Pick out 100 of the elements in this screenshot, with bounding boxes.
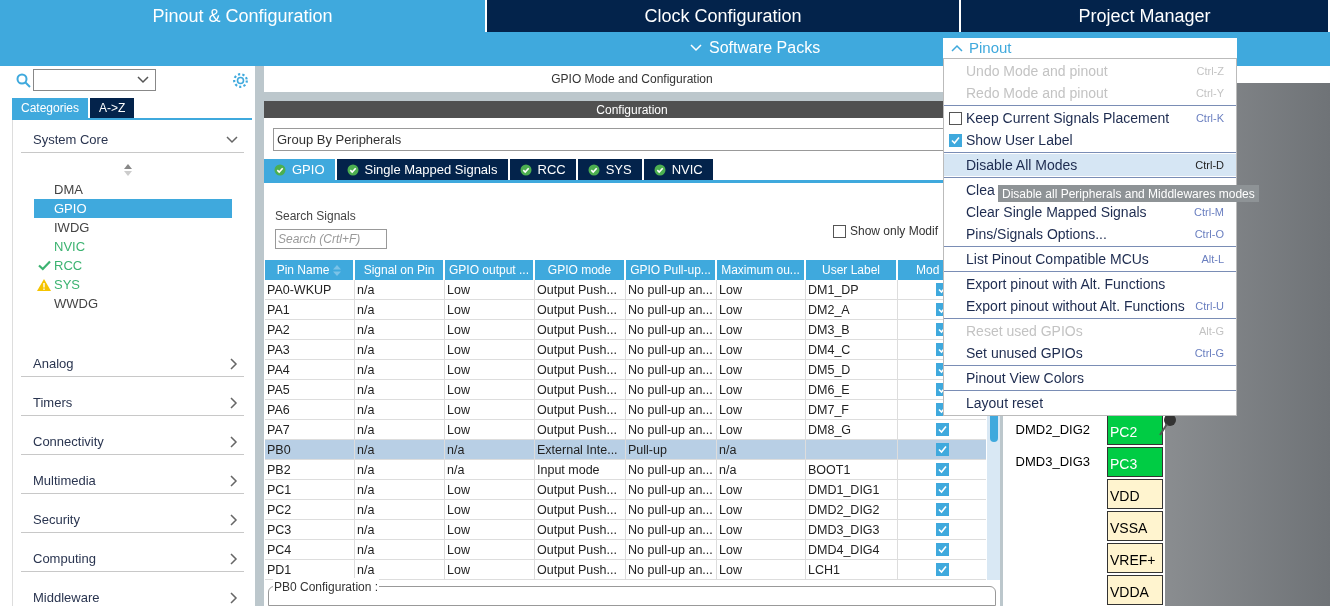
table-cell-text: n/a: [357, 441, 375, 459]
table-cell-text: Output Push...: [537, 421, 617, 439]
table-cell-text: Output Push...: [537, 481, 617, 499]
category-header[interactable]: Analog: [21, 352, 244, 377]
table-cell-text: PA4: [267, 361, 290, 379]
table-cell-text: PA2: [267, 321, 290, 339]
top-tab[interactable]: Project Manager: [961, 0, 1328, 32]
chevron-down-icon[interactable]: [226, 136, 238, 144]
pin-label: DMD2_DIG2: [1015, 420, 1090, 439]
settings-icon[interactable]: [232, 71, 249, 89]
sidebar-tab[interactable]: A->Z: [90, 98, 135, 118]
sort-icon[interactable]: [123, 164, 132, 176]
category-header[interactable]: Multimedia: [21, 469, 244, 494]
peripheral-item[interactable]: WWDG: [34, 294, 232, 313]
chevron-right-icon[interactable]: [230, 514, 238, 526]
table-cell-text: Output Push...: [537, 361, 617, 379]
checkbox[interactable]: [936, 563, 949, 577]
peripheral-item[interactable]: IWDG: [34, 218, 232, 237]
table-cell-text: n/a: [357, 321, 375, 339]
checkbox[interactable]: [936, 543, 949, 557]
table-cell-text: DM7_F: [808, 401, 849, 419]
table-cell-text: Output Push...: [537, 501, 617, 519]
table-cell-text: DM4_C: [808, 341, 851, 359]
table-cell-text: n/a: [357, 561, 375, 579]
chevron-right-icon[interactable]: [230, 553, 238, 565]
menu-item[interactable]: Set unused GPIOs Ctrl-G: [944, 342, 1236, 364]
checkbox[interactable]: [832, 224, 846, 238]
check-circle-icon: [587, 163, 600, 176]
category-header[interactable]: Timers: [21, 391, 244, 416]
category-header[interactable]: Middleware: [21, 586, 244, 606]
table-cell-text: Pull-up: [628, 441, 667, 459]
selected-row[interactable]: PB0 n/a n/a External Inte... Pull-up n/a: [265, 440, 986, 461]
table-cell-text: n/a: [357, 381, 375, 399]
checkbox[interactable]: [936, 523, 949, 537]
config-tab[interactable]: NVIC: [643, 159, 713, 181]
category-header[interactable]: Security: [21, 508, 244, 533]
chevron-right-icon[interactable]: [230, 397, 238, 409]
menu-item[interactable]: Pinout View Colors: [944, 367, 1236, 389]
table-cell-text: No pull-up an...: [628, 561, 713, 579]
table-cell-text: Output Push...: [537, 321, 617, 339]
table-cell-text: No pull-up an...: [628, 321, 713, 339]
table-cell-text: PD1: [267, 561, 292, 579]
menu-item[interactable]: List Pinout Compatible MCUs Alt-L: [944, 248, 1236, 270]
table-cell-text: LCH1: [808, 561, 840, 579]
menu-item[interactable]: Layout reset: [944, 392, 1236, 414]
checkbox[interactable]: [936, 423, 949, 437]
table-cell-text: n/a: [719, 461, 737, 479]
search-icon[interactable]: [16, 72, 31, 88]
chevron-down-icon[interactable]: [137, 76, 149, 84]
table-cell-text: No pull-up an...: [628, 381, 713, 399]
table-cell-text: Low: [447, 501, 470, 519]
search-field[interactable]: Search (Crtl+F): [275, 229, 387, 250]
menu-item[interactable]: Export pinout without Alt. Functions Ctrl-U: [944, 295, 1236, 317]
table-cell-text: No pull-up an...: [628, 501, 713, 519]
table-cell-text: PA0-WKUP: [267, 281, 332, 299]
checkbox[interactable]: [948, 133, 962, 147]
config-tab[interactable]: RCC: [509, 159, 576, 181]
table-cell-text: No pull-up an...: [628, 341, 713, 359]
pin[interactable]: VDD: [1107, 478, 1163, 509]
table-cell-text: Low: [719, 361, 742, 379]
pin[interactable]: VDDA: [1107, 574, 1163, 605]
table-cell-text: Low: [719, 521, 742, 539]
table-cell-text: Low: [719, 321, 742, 339]
table-cell-text: No pull-up an...: [628, 401, 713, 419]
table-cell-text: n/a: [357, 281, 375, 299]
table-cell-text: n/a: [447, 461, 465, 479]
table-cell-text: No pull-up an...: [628, 521, 713, 539]
table-cell-text: PC3: [267, 521, 292, 539]
table-cell-text: Low: [447, 521, 470, 539]
config-tab[interactable]: Single Mapped Signals: [336, 159, 508, 181]
menu-item[interactable]: Disable All Modes Ctrl-D: [944, 154, 1236, 176]
pin[interactable]: VSSA: [1107, 510, 1163, 541]
checkbox[interactable]: [936, 443, 949, 457]
table-cell-text: Low: [719, 501, 742, 519]
peripheral-item[interactable]: DMA: [34, 180, 232, 199]
table-cell-text: Low: [447, 421, 470, 439]
chevron-right-icon[interactable]: [230, 592, 238, 604]
table-cell-text: DM5_D: [808, 361, 851, 379]
menu-item[interactable]: Pins/Signals Options... Ctrl-O: [944, 223, 1236, 245]
category-header[interactable]: Computing: [21, 547, 244, 572]
category-header[interactable]: Connectivity: [21, 430, 244, 455]
config-tab[interactable]: SYS: [577, 159, 642, 181]
chevron-right-icon[interactable]: [230, 358, 238, 370]
table-cell-text: Low: [719, 401, 742, 419]
table-cell-text: PC1: [267, 481, 292, 499]
pin[interactable]: VREF+: [1107, 542, 1163, 573]
checkbox[interactable]: [936, 483, 949, 497]
category-header[interactable]: System Core: [21, 128, 244, 153]
table-cell-text: n/a: [357, 301, 375, 319]
table-cell-text: Output Push...: [537, 541, 617, 559]
top-tab[interactable]: Clock Configuration: [487, 0, 959, 32]
checkbox[interactable]: [936, 463, 949, 477]
checkbox[interactable]: [936, 503, 949, 517]
menu-item[interactable]: Clear Single Mapped Signals Ctrl-M: [944, 201, 1236, 223]
checkbox[interactable]: [948, 111, 962, 125]
chevron-up-icon[interactable]: [951, 44, 963, 52]
table-cell-text: PA5: [267, 381, 290, 399]
filter-combobox[interactable]: [33, 69, 156, 91]
chevron-right-icon[interactable]: [230, 475, 238, 487]
chevron-right-icon[interactable]: [230, 436, 238, 448]
